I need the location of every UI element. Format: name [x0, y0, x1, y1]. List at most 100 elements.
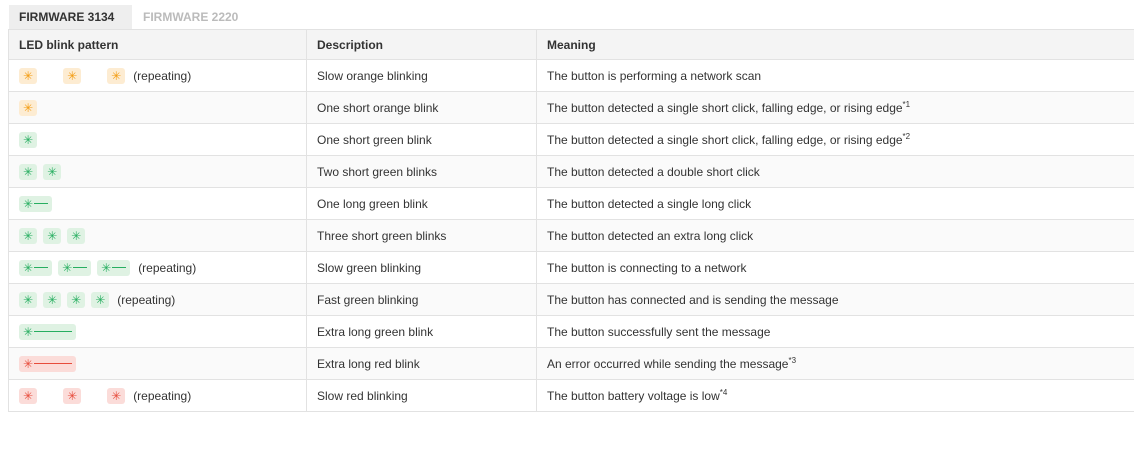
led-star-icon: ✳ — [67, 388, 78, 403]
led-blink-orange-short: ✳ — [19, 67, 38, 84]
led-blink-green-short: ✳ — [43, 227, 62, 244]
repeating-label: (repeating) — [138, 260, 197, 275]
table-row: ✳ ✳ ✳ (repeating) Slow orange blinking The bu… — [8, 59, 1134, 92]
led-blink-duration-line — [34, 267, 49, 268]
footnote-marker[interactable]: *1 — [903, 100, 911, 109]
led-pattern: ✳ — [19, 125, 296, 155]
description-cell: Slow red blinking — [306, 379, 537, 412]
tab-firmware-3134[interactable]: FIRMWARE 3134 — [9, 5, 132, 29]
led-blink-green-long: ✳ — [19, 195, 53, 212]
led-blink-duration-line — [34, 331, 73, 332]
led-star-icon: ✳ — [23, 292, 34, 307]
led-pattern: ✳ — [19, 93, 296, 123]
table-row: ✳ Extra long red blink An error occurred w… — [8, 347, 1134, 380]
led-star-icon: ✳ — [47, 164, 58, 179]
meaning-cell: The button detected a single long click — [536, 187, 1134, 220]
led-star-icon: ✳ — [95, 292, 106, 307]
led-pattern: ✳ ✳ ✳ (repeating) — [19, 253, 296, 283]
led-blink-green-short: ✳ — [67, 291, 86, 308]
led-blink-green-long: ✳ — [97, 259, 131, 276]
firmware-tabs: FIRMWARE 3134 FIRMWARE 2220 — [0, 0, 1134, 29]
meaning-text: The button detected a single short click… — [547, 132, 903, 147]
led-blink-green-long: ✳ — [19, 259, 53, 276]
table-row: ✳ One long green blink The button detected… — [8, 187, 1134, 220]
table-row: ✳ ✳ ✳ (repeating) Slow red blinking The butto… — [8, 379, 1134, 412]
meaning-cell: The button detected a single short click… — [536, 123, 1134, 156]
led-star-icon: ✳ — [23, 68, 34, 83]
footnote-marker[interactable]: *3 — [788, 356, 796, 365]
led-star-icon: ✳ — [23, 260, 34, 275]
led-blink-green-extra-long: ✳ — [19, 323, 77, 340]
meaning-text: The button detected a single short click… — [547, 100, 903, 115]
table-header-row: LED blink pattern Description Meaning — [8, 29, 1134, 60]
led-pattern: ✳ — [19, 189, 296, 219]
led-blink-orange-short: ✳ — [19, 99, 38, 116]
meaning-text: The button battery voltage is low — [547, 388, 720, 403]
led-pattern-cell: ✳ ✳ ✳ ✳ (repeating) — [8, 283, 307, 316]
led-pattern-cell: ✳ — [8, 187, 307, 220]
led-star-icon: ✳ — [71, 228, 82, 243]
column-header-pattern: LED blink pattern — [8, 29, 307, 60]
led-blink-green-short: ✳ — [19, 163, 38, 180]
meaning-text: The button detected a single long click — [547, 196, 752, 211]
repeating-label: (repeating) — [133, 388, 192, 403]
led-star-icon: ✳ — [23, 228, 34, 243]
table-row: ✳ One short green blink The button detecte… — [8, 123, 1134, 156]
led-pattern-cell: ✳ — [8, 123, 307, 156]
led-pattern: ✳ ✳ ✳ (repeating) — [19, 381, 296, 411]
table-row: ✳ Extra long green blink The button succes… — [8, 315, 1134, 348]
led-star-icon: ✳ — [101, 260, 112, 275]
meaning-cell: The button successfully sent the message — [536, 315, 1134, 348]
led-star-icon: ✳ — [71, 292, 82, 307]
led-pattern-cell: ✳ ✳ ✳ (repeating) — [8, 59, 307, 92]
meaning-cell: The button detected a double short click — [536, 155, 1134, 188]
led-pattern: ✳ ✳ ✳ ✳ (repeating) — [19, 285, 296, 315]
description-cell: Extra long green blink — [306, 315, 537, 348]
led-pattern: ✳ ✳ ✳ — [19, 221, 296, 251]
led-star-icon: ✳ — [23, 356, 34, 371]
led-pattern-cell: ✳ — [8, 347, 307, 380]
led-star-icon: ✳ — [23, 324, 34, 339]
led-pattern: ✳ ✳ — [19, 157, 296, 187]
meaning-text: The button is connecting to a network — [547, 260, 747, 275]
repeating-label: (repeating) — [133, 68, 192, 83]
meaning-text: An error occurred while sending the mess… — [547, 356, 789, 371]
led-pattern: ✳ — [19, 317, 296, 347]
description-cell: Extra long red blink — [306, 347, 537, 380]
led-blink-orange-short: ✳ — [107, 67, 126, 84]
description-cell: One short green blink — [306, 123, 537, 156]
table-row: ✳ ✳ Two short green blinks The button detec… — [8, 155, 1134, 188]
led-pattern-cell: ✳ ✳ ✳ — [8, 219, 307, 252]
column-header-meaning: Meaning — [536, 29, 1134, 60]
led-blink-red-extra-long: ✳ — [19, 355, 77, 372]
tab-firmware-2220[interactable]: FIRMWARE 2220 — [133, 5, 241, 29]
description-cell: Slow green blinking — [306, 251, 537, 284]
meaning-cell: The button detected an extra long click — [536, 219, 1134, 252]
led-star-icon: ✳ — [23, 100, 34, 115]
led-star-icon: ✳ — [111, 388, 122, 403]
led-pattern-cell: ✳ ✳ ✳ (repeating) — [8, 379, 307, 412]
led-blink-duration-line — [112, 267, 127, 268]
meaning-text: The button is performing a network scan — [547, 68, 762, 83]
column-header-description: Description — [306, 29, 537, 60]
meaning-cell: The button detected a single short click… — [536, 91, 1134, 124]
meaning-cell: An error occurred while sending the mess… — [536, 347, 1134, 380]
footnote-marker[interactable]: *2 — [903, 132, 911, 141]
meaning-text: The button detected a double short click — [547, 164, 760, 179]
led-pattern-cell: ✳ — [8, 91, 307, 124]
led-pattern-cell: ✳ ✳ — [8, 155, 307, 188]
led-star-icon: ✳ — [47, 292, 58, 307]
description-cell: One short orange blink — [306, 91, 537, 124]
led-blink-duration-line — [73, 267, 88, 268]
meaning-text: The button detected an extra long click — [547, 228, 754, 243]
led-blink-green-short: ✳ — [67, 227, 86, 244]
footnote-marker[interactable]: *4 — [720, 388, 728, 397]
description-cell: Three short green blinks — [306, 219, 537, 252]
led-star-icon: ✳ — [67, 68, 78, 83]
table-row: ✳ ✳ ✳ ✳ (repeating) Fast green blinking The bu… — [8, 283, 1134, 316]
meaning-cell: The button battery voltage is low*4 — [536, 379, 1134, 412]
led-star-icon: ✳ — [111, 68, 122, 83]
repeating-label: (repeating) — [117, 292, 176, 307]
led-star-icon: ✳ — [23, 196, 34, 211]
meaning-text: The button successfully sent the message — [547, 324, 771, 339]
